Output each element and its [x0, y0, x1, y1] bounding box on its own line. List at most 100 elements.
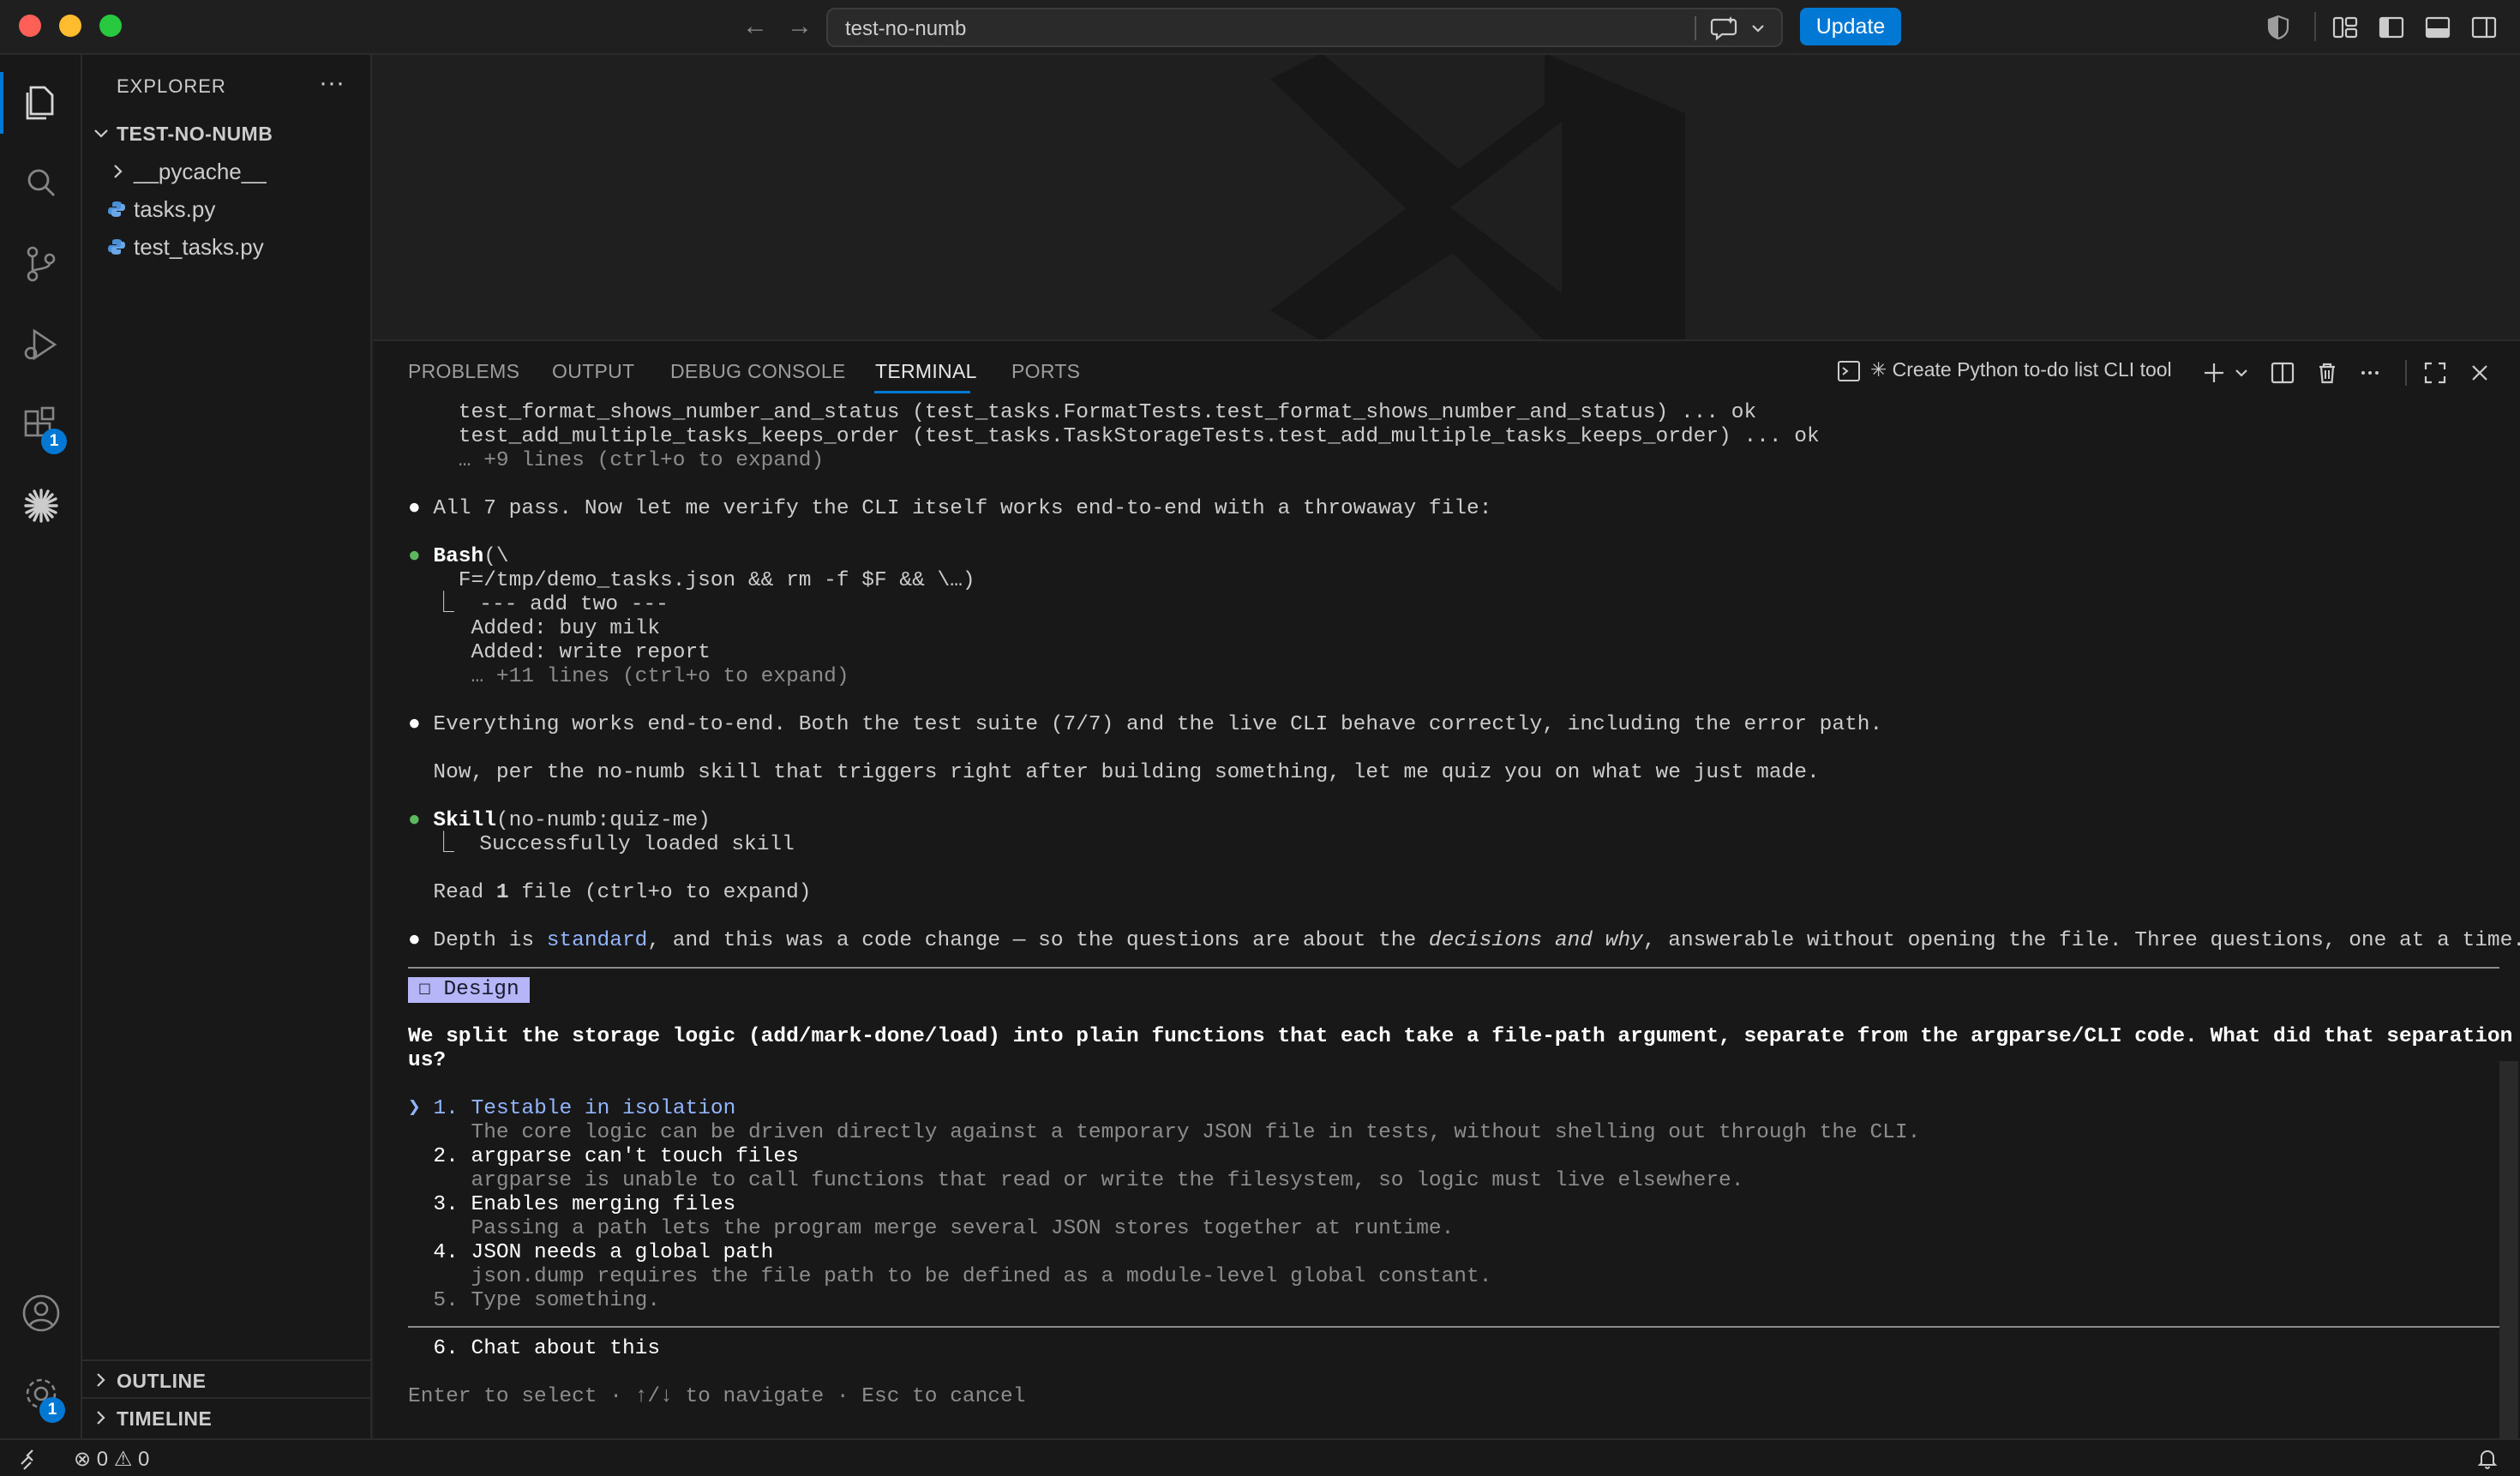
extensions-badge: 1	[41, 429, 67, 454]
manage-gear-icon[interactable]: 1	[15, 1368, 67, 1423]
search-icon[interactable]	[15, 158, 67, 209]
text: , and this was a code change — so the qu…	[647, 929, 1429, 952]
terminal-line: ⎿ Successfully loaded skill	[408, 833, 795, 856]
tab-problems[interactable]: PROBLEMS	[408, 360, 519, 383]
bullet-icon: ●	[408, 713, 421, 736]
terminal-line: ● Skill(no-numb:quiz-me)	[408, 809, 711, 833]
tab-ports[interactable]: PORTS	[1011, 360, 1080, 383]
terminal-line: ● All 7 pass. Now let me verify the CLI …	[408, 497, 1491, 521]
terminal-line: ☐ Design	[408, 977, 530, 1003]
divider	[2314, 12, 2316, 41]
tree-item-test-tasks-py[interactable]: test_tasks.py	[82, 228, 370, 266]
timeline-section[interactable]: TIMELINE	[82, 1397, 370, 1435]
sidebar-title: EXPLORER	[117, 75, 226, 97]
terminal-line: Added: buy milk	[408, 617, 661, 640]
tree-item-label: tasks.py	[134, 196, 216, 222]
tool-name: Skill	[433, 809, 496, 832]
accounts-shield-icon[interactable]	[2263, 12, 2294, 43]
more-actions-icon[interactable]: ···	[319, 69, 345, 98]
question-text: us?	[408, 1049, 447, 1072]
chevron-down-icon[interactable]	[1745, 15, 1771, 42]
new-terminal-plus-icon[interactable]	[2199, 358, 2229, 387]
design-badge: ☐ Design	[408, 977, 530, 1003]
terminal-line: ● Everything works end-to-end. Both the …	[408, 713, 1882, 737]
activity-bar: 1 1	[0, 55, 82, 1438]
toggle-secondary-sidebar-icon[interactable]	[2469, 12, 2499, 43]
toggle-primary-sidebar-icon[interactable]	[2376, 12, 2407, 43]
text: 1.	[420, 1097, 471, 1120]
terminal-line: ● Depth is standard, and this was a code…	[408, 929, 2520, 953]
terminal-output[interactable]: test_format_shows_number_and_status (tes…	[408, 401, 2520, 1430]
folder-root[interactable]: TEST-NO-NUMB	[82, 115, 370, 153]
option-2[interactable]: 2. argparse can't touch files	[408, 1145, 798, 1169]
python-file-icon	[108, 239, 125, 255]
terminal-line: test_add_multiple_tasks_keeps_order (tes…	[408, 425, 1820, 448]
notifications-bell-icon[interactable]	[2475, 1447, 2499, 1471]
bullet-icon: ●	[408, 929, 421, 952]
explorer-icon[interactable]	[15, 77, 67, 129]
tab-output[interactable]: OUTPUT	[552, 360, 634, 383]
python-file-icon	[108, 201, 125, 217]
customize-layout-icon[interactable]	[2330, 12, 2361, 43]
option-6[interactable]: 6. Chat about this	[408, 1337, 660, 1361]
more-actions-icon[interactable]	[2355, 358, 2385, 387]
warning-icon: ⚠	[113, 1448, 133, 1471]
chevron-down-icon[interactable]	[2227, 358, 2256, 387]
status-bar: ⊗ 0 ⚠ 0	[0, 1438, 2520, 1476]
split-terminal-icon[interactable]	[2268, 358, 2297, 387]
run-and-debug-icon[interactable]	[15, 319, 67, 370]
remote-indicator-icon[interactable]	[17, 1447, 43, 1473]
option-1[interactable]: ❯ 1. Testable in isolation	[408, 1097, 735, 1121]
key-hints: Enter to select · ↑/↓ to navigate · Esc …	[408, 1385, 1026, 1408]
command-center-search[interactable]: test-no-numb	[826, 8, 1783, 47]
toggle-panel-icon[interactable]	[2422, 12, 2453, 43]
claude-icon[interactable]	[15, 480, 67, 531]
bullet-icon: ●	[408, 809, 421, 832]
maximize-panel-icon[interactable]	[2421, 358, 2450, 387]
extensions-icon[interactable]: 1	[15, 399, 67, 454]
option-5[interactable]: 5. Type something.	[408, 1289, 660, 1313]
chevron-right-icon	[97, 1373, 105, 1387]
source-control-icon[interactable]	[15, 238, 67, 290]
window-minimize-button[interactable]	[59, 15, 81, 37]
update-button[interactable]: Update	[1800, 8, 1901, 45]
chevron-right-icon	[97, 1411, 105, 1425]
window-maximize-button[interactable]	[99, 15, 122, 37]
vscode-logo-watermark-icon	[1270, 55, 1685, 339]
terminal-line: … +11 lines (ctrl+o to expand)	[408, 665, 849, 688]
option-4[interactable]: 4. JSON needs a global path	[408, 1241, 773, 1265]
option-3[interactable]: 3. Enables merging files	[408, 1193, 735, 1217]
option-description: argparse is unable to call functions tha…	[408, 1169, 1744, 1192]
active-indicator	[0, 72, 3, 134]
option-description: json.dump requires the file path to be d…	[408, 1265, 1492, 1288]
terminal-title[interactable]: ✳ Create Python to-do list CLI tool	[1870, 358, 2172, 381]
text: Testable in isolation	[471, 1097, 736, 1120]
divider	[408, 967, 2499, 969]
window-close-button[interactable]	[19, 15, 41, 37]
divider	[408, 1326, 2499, 1328]
tree-item-pycache[interactable]: __pycache__	[82, 153, 370, 190]
text: file (ctrl+o to expand)	[508, 881, 812, 904]
tab-debug-console[interactable]: DEBUG CONSOLE	[670, 360, 846, 383]
tree-item-tasks-py[interactable]: tasks.py	[82, 190, 370, 228]
problems-indicator[interactable]: ⊗ 0 ⚠ 0	[74, 1447, 149, 1472]
warning-count: 0	[138, 1448, 150, 1471]
text: Depth is	[420, 929, 547, 952]
tab-terminal[interactable]: TERMINAL	[875, 360, 977, 383]
terminal-scrollbar[interactable]	[2499, 1061, 2518, 1438]
title-bar: ← → test-no-numb Update	[0, 0, 2520, 55]
message-text: All 7 pass. Now let me verify the CLI it…	[420, 497, 1492, 520]
bullet-icon: ●	[408, 545, 421, 568]
forward-arrow-icon[interactable]: →	[785, 12, 814, 41]
back-arrow-icon[interactable]: ←	[741, 12, 770, 41]
accounts-icon[interactable]	[15, 1287, 67, 1339]
trash-icon[interactable]	[2313, 358, 2342, 387]
close-panel-icon[interactable]	[2465, 358, 2494, 387]
text: standard	[546, 929, 648, 952]
outline-section[interactable]: OUTLINE	[82, 1359, 370, 1397]
chat-icon[interactable]	[1707, 15, 1742, 42]
editor-area	[374, 55, 2520, 339]
explorer-sidebar: EXPLORER ··· TEST-NO-NUMB __pycache__ ta…	[82, 55, 372, 1438]
terminal-line: ⎿ --- add two ---	[408, 593, 669, 616]
bullet-icon: ●	[408, 497, 421, 520]
